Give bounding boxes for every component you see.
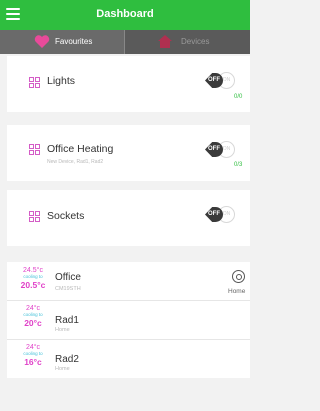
group-toggle[interactable]: ON OFF	[205, 72, 237, 92]
tab-devices[interactable]: Devices	[125, 30, 249, 54]
group-card-sockets[interactable]: Sockets ON OFF	[7, 190, 250, 246]
target-temperature: 24°c	[25, 344, 41, 351]
device-row-rad1[interactable]: 24°c cooling to 20°c Rad1 Home	[7, 301, 250, 339]
toggle-off[interactable]: OFF	[205, 207, 223, 222]
tab-bar: Favourites Devices	[0, 30, 250, 54]
group-name: Office Heating	[47, 143, 114, 155]
toggle-off[interactable]: OFF	[205, 73, 223, 88]
current-temperature: 16°c	[24, 357, 42, 367]
group-grid-icon	[29, 144, 40, 155]
temperature-display: 24.5°c cooling to 20.5°c	[18, 267, 48, 290]
target-temperature: 24°c	[25, 305, 41, 312]
device-mode: Home	[55, 327, 70, 333]
device-row-office[interactable]: 24.5°c cooling to 20.5°c Office CM19STH …	[7, 262, 250, 300]
group-card-office-heating[interactable]: Office Heating New Device, Rad1, Rad2 ON…	[7, 125, 250, 181]
mode-label: Home	[228, 288, 246, 295]
group-devices: New Device, Rad1, Rad2	[47, 159, 104, 165]
temperature-display: 24°c cooling to 20°c	[18, 305, 48, 328]
tab-label: Devices	[181, 37, 210, 46]
group-toggle[interactable]: ON OFF	[205, 141, 237, 161]
heart-icon	[34, 35, 50, 48]
device-name: Rad1	[55, 315, 79, 326]
thermostat-icon[interactable]	[232, 270, 245, 283]
page-title: Dashboard	[96, 8, 154, 20]
device-name: Office	[55, 272, 81, 283]
group-grid-icon	[29, 211, 40, 222]
group-card-lights[interactable]: Lights ON OFF 0/0	[7, 56, 250, 112]
group-count: 0/0	[234, 94, 243, 100]
group-name: Sockets	[47, 210, 85, 222]
group-toggle[interactable]: ON OFF	[205, 206, 237, 226]
device-row-rad2[interactable]: 24°c cooling to 16°c Rad2 Home	[7, 340, 250, 378]
group-grid-icon	[29, 77, 40, 88]
app-header: Dashboard	[0, 0, 250, 30]
device-id: CM19STH	[55, 286, 81, 292]
tab-label: Favourites	[55, 37, 93, 46]
group-count: 0/3	[234, 162, 243, 168]
house-icon	[158, 35, 172, 48]
group-name: Lights	[47, 75, 76, 87]
current-temperature: 20°c	[24, 318, 42, 328]
target-temperature: 24.5°c	[23, 267, 43, 274]
toggle-off[interactable]: OFF	[205, 142, 223, 157]
device-name: Rad2	[55, 354, 79, 365]
device-mode: Home	[55, 366, 70, 372]
current-temperature: 20.5°c	[20, 280, 46, 290]
temperature-display: 24°c cooling to 16°c	[18, 344, 48, 367]
tab-favourites[interactable]: Favourites	[0, 30, 125, 54]
